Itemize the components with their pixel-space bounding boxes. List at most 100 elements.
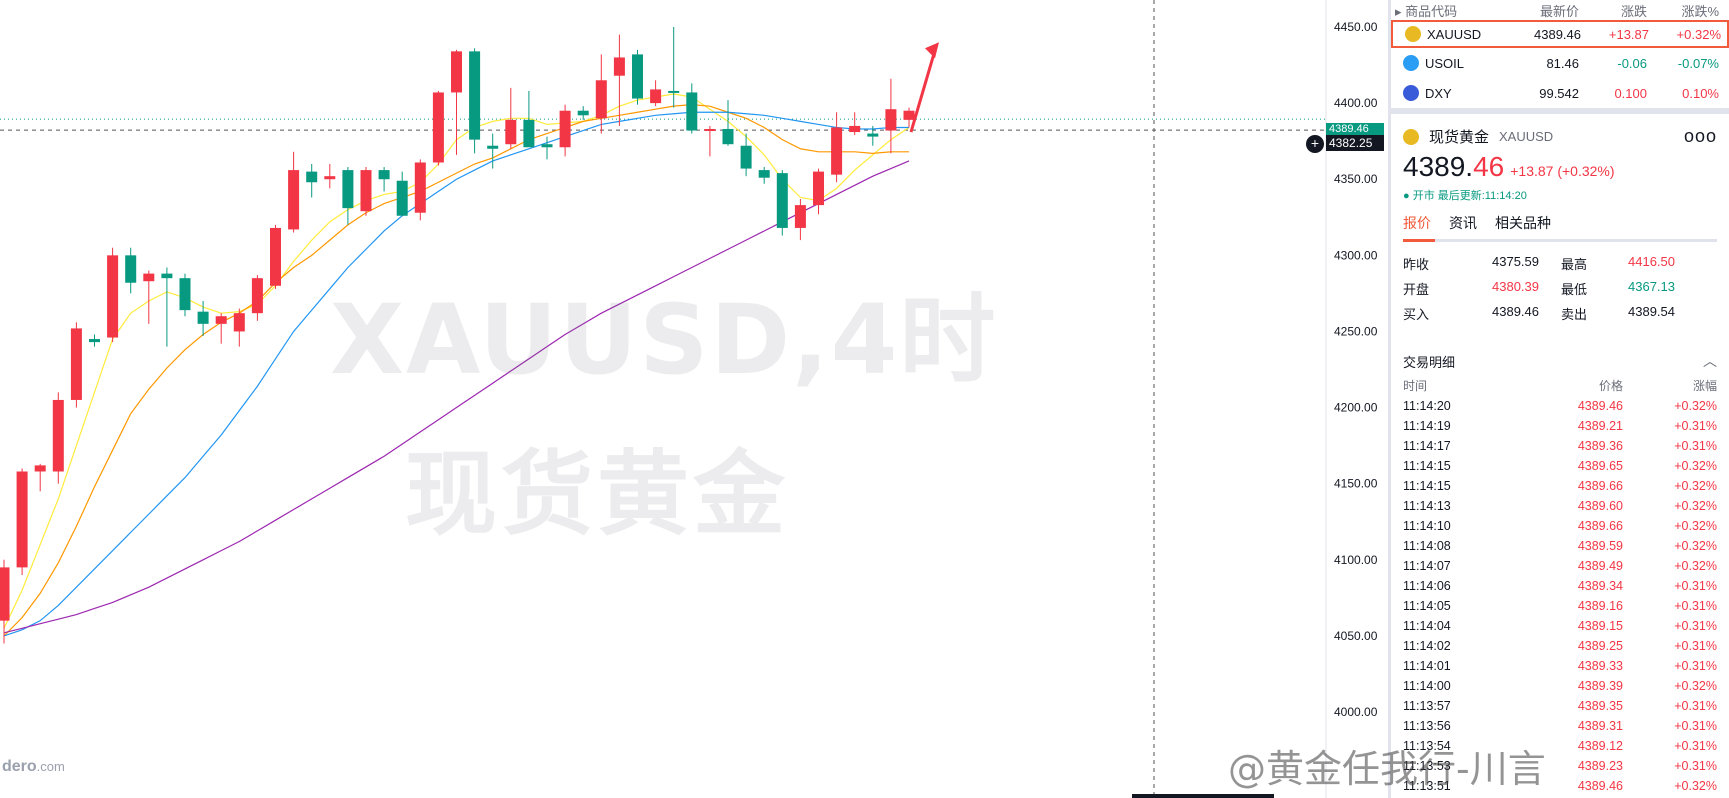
more-options-icon[interactable]: ooo <box>1684 126 1717 147</box>
trade-time: 11:14:17 <box>1403 439 1451 453</box>
scroll-bar[interactable] <box>1132 794 1274 798</box>
trade-change: +0.32% <box>1674 479 1717 493</box>
trade-time: 11:14:00 <box>1403 679 1451 693</box>
watchlist-last: 4389.46 <box>1534 26 1581 42</box>
trade-change: +0.32% <box>1674 459 1717 473</box>
trade-price: 4389.65 <box>1577 459 1623 473</box>
detail-price: 4389.46 +13.87 (+0.32%) <box>1391 147 1729 183</box>
trade-change: +0.32% <box>1674 679 1717 693</box>
watchlist-symbol: XAUUSD <box>1393 26 1513 42</box>
watchlist-row[interactable]: DXY 99.542 0.100 0.10% <box>1391 78 1729 108</box>
candle-body <box>885 109 897 131</box>
trade-price: 4389.66 <box>1577 519 1623 533</box>
trade-row: 11:14:04 4389.15 +0.31% <box>1391 616 1729 636</box>
trades-title: 交易明细 <box>1403 354 1456 370</box>
watchlist-col-change[interactable]: 涨跌 <box>1579 1 1647 20</box>
trades-col-price: 价格 <box>1598 379 1623 393</box>
trade-change: +0.32% <box>1674 399 1717 413</box>
trade-change: +0.31% <box>1674 739 1717 753</box>
tab-quote[interactable]: 报价 <box>1403 213 1431 239</box>
candle-body <box>776 173 788 228</box>
candle-body <box>125 255 137 283</box>
trade-time: 11:14:13 <box>1403 499 1451 513</box>
trade-time: 11:14:10 <box>1403 519 1451 533</box>
candle-body <box>595 80 607 119</box>
candle-body <box>505 119 517 145</box>
candle-body <box>396 180 408 216</box>
candlestick-chart[interactable]: 4450.004400.004350.004300.004250.004200.… <box>0 0 1388 798</box>
candle-body <box>270 227 281 286</box>
trade-row: 11:14:06 4389.34 +0.31% <box>1391 576 1729 596</box>
watchlist-row[interactable]: XAUUSD 4389.46 +13.87 +0.32% <box>1391 20 1729 48</box>
candle-body <box>523 119 535 148</box>
detail-tabs: 报价 资讯 相关品种 <box>1391 207 1729 239</box>
brand-suffix: .com <box>36 759 65 774</box>
crosshair-price-tag: 4382.25 <box>1326 135 1384 151</box>
trade-price: 4389.36 <box>1577 439 1623 453</box>
ma-line-3 <box>3 160 910 634</box>
watchlist-col-pct[interactable]: 涨跌% <box>1647 1 1719 20</box>
watchlist-row[interactable]: USOIL 81.46 -0.06 -0.07% <box>1391 48 1729 78</box>
candle-body <box>161 273 173 279</box>
trade-time: 11:14:07 <box>1403 559 1451 573</box>
trade-time: 11:14:20 <box>1403 399 1451 413</box>
candle-body <box>541 144 553 148</box>
candle-body <box>233 313 245 332</box>
candle-body <box>378 170 390 180</box>
candle-body <box>288 170 300 230</box>
quote-value: 4367.13 <box>1628 279 1675 294</box>
watchlist-col-last[interactable]: 最新价 <box>1511 1 1579 20</box>
trade-row: 11:13:56 4389.31 +0.31% <box>1391 716 1729 736</box>
quote-label: 卖出 <box>1561 307 1588 322</box>
trade-time: 11:14:15 <box>1403 459 1451 473</box>
tab-news[interactable]: 资讯 <box>1449 213 1477 239</box>
watchlist-pct: +0.32% <box>1676 26 1721 42</box>
quote-label: 昨收 <box>1403 257 1430 272</box>
detail-header: 现货黄金 XAUUSD ooo <box>1391 114 1729 147</box>
trade-row: 11:14:15 4389.66 +0.32% <box>1391 476 1729 496</box>
candle-body <box>342 170 354 209</box>
price-integer: 4389. <box>1403 151 1474 182</box>
chart-area[interactable]: 4450.00 4400.00 4350.00 4300.00 4250.00 4200.… <box>0 0 1388 798</box>
trade-time: 11:13:57 <box>1403 699 1451 713</box>
trade-time: 11:14:08 <box>1403 539 1451 553</box>
tab-related[interactable]: 相关品种 <box>1495 213 1551 239</box>
trade-change: +0.31% <box>1674 439 1717 453</box>
add-alert-plus-icon[interactable]: + <box>1306 135 1324 153</box>
watchlist-last: 81.46 <box>1546 55 1579 71</box>
gold-coin-icon <box>1403 128 1419 145</box>
ma-line-1 <box>3 104 909 637</box>
quote-label: 最高 <box>1561 257 1588 272</box>
annotation-arrow-shaft <box>909 49 937 133</box>
trade-row: 11:14:10 4389.66 +0.32% <box>1391 516 1729 536</box>
trade-price: 4389.15 <box>1577 619 1623 633</box>
trades-col-time: 时间 <box>1403 379 1428 393</box>
trade-price: 4389.66 <box>1577 479 1623 493</box>
price-axis[interactable] <box>1326 0 1386 798</box>
trades-header[interactable]: 交易明细 ︿ <box>1391 323 1729 371</box>
candle-body <box>668 90 680 93</box>
trade-price: 4389.21 <box>1577 419 1623 433</box>
quote-value: 4375.59 <box>1492 254 1539 269</box>
candle-body <box>650 89 662 104</box>
chevron-up-icon[interactable]: ︿ <box>1703 351 1717 371</box>
watchlist-change: 0.100 <box>1614 85 1647 101</box>
price-decimal: 46 <box>1473 151 1505 182</box>
trade-row: 11:14:19 4389.21 +0.31% <box>1391 416 1729 436</box>
detail-symbol: XAUUSD <box>1499 129 1554 144</box>
trade-time: 11:13:56 <box>1403 719 1451 733</box>
trade-change: +0.31% <box>1674 699 1717 713</box>
candle-body <box>704 128 716 131</box>
trade-price: 4389.31 <box>1577 719 1623 733</box>
watchlist-col-symbol[interactable]: ▸ 商品代码 <box>1391 1 1511 20</box>
trade-time: 11:14:01 <box>1403 659 1451 673</box>
candle-body <box>849 125 861 133</box>
quote-value: 4389.46 <box>1492 304 1539 319</box>
detail-title: 现货黄金 <box>1429 129 1490 146</box>
candle-body <box>794 205 806 228</box>
watchlist-change: +13.87 <box>1608 26 1649 42</box>
candle-body <box>451 51 462 93</box>
trade-change: +0.32% <box>1674 499 1717 513</box>
trade-time: 11:14:02 <box>1403 639 1451 653</box>
trade-row: 11:14:00 4389.39 +0.32% <box>1391 676 1729 696</box>
